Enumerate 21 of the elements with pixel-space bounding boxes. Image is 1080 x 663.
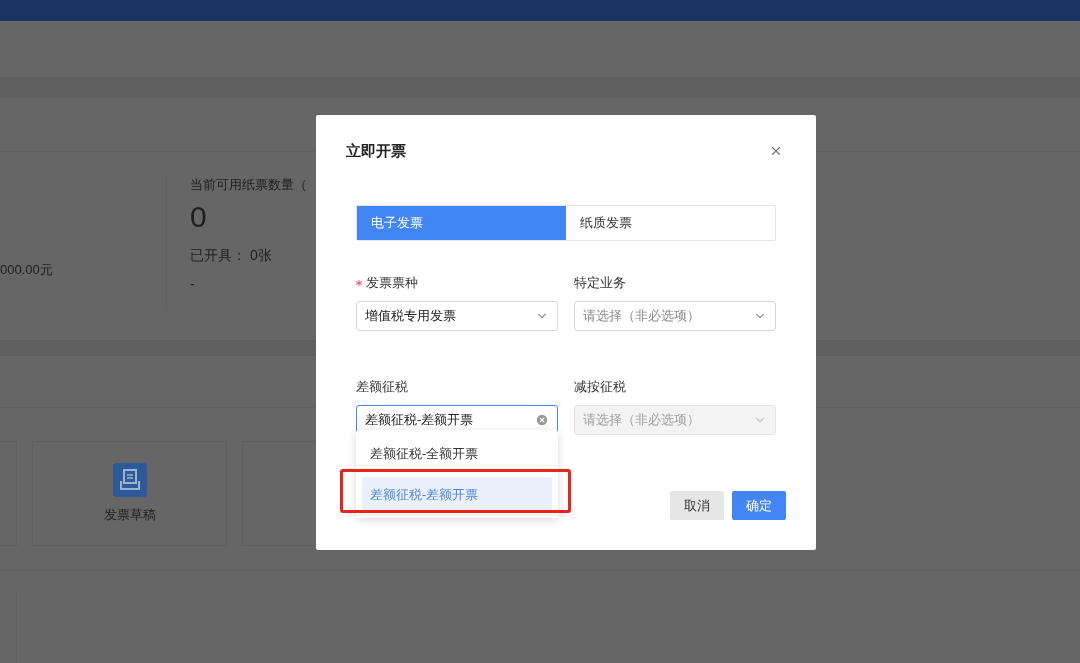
field-label: 差额征税 xyxy=(356,377,408,396)
confirm-button[interactable]: 确定 xyxy=(732,491,786,520)
select-field[interactable]: 增值税专用发票 xyxy=(356,300,558,331)
amount-text: 000.00元 xyxy=(0,261,54,279)
clear-icon[interactable] xyxy=(535,412,549,427)
shortcut-card[interactable]: 发票草稿 xyxy=(32,441,227,546)
stat-value: 0 xyxy=(190,198,208,235)
draft-icon xyxy=(112,462,147,497)
required-mark-icon xyxy=(356,279,362,286)
issued-text: 已开具： 0张 xyxy=(190,245,273,265)
field-label: 特定业务 xyxy=(574,273,626,292)
dropdown-option[interactable]: 差额征税-差额开票 xyxy=(362,477,552,512)
field-label: 发票票种 xyxy=(366,273,418,292)
card-label: 发票草稿 xyxy=(103,505,156,524)
stat-label: 当前可用纸票数量（ xyxy=(190,176,307,194)
field-label: 减按征税 xyxy=(574,377,626,396)
cancel-button[interactable]: 取消 xyxy=(670,491,724,520)
note-text: - xyxy=(190,274,196,294)
tab[interactable]: 电子发票 xyxy=(357,205,566,240)
dialog-title: 立即开票 xyxy=(346,141,406,161)
select-field[interactable]: 请选择（非必选项） xyxy=(574,300,776,331)
